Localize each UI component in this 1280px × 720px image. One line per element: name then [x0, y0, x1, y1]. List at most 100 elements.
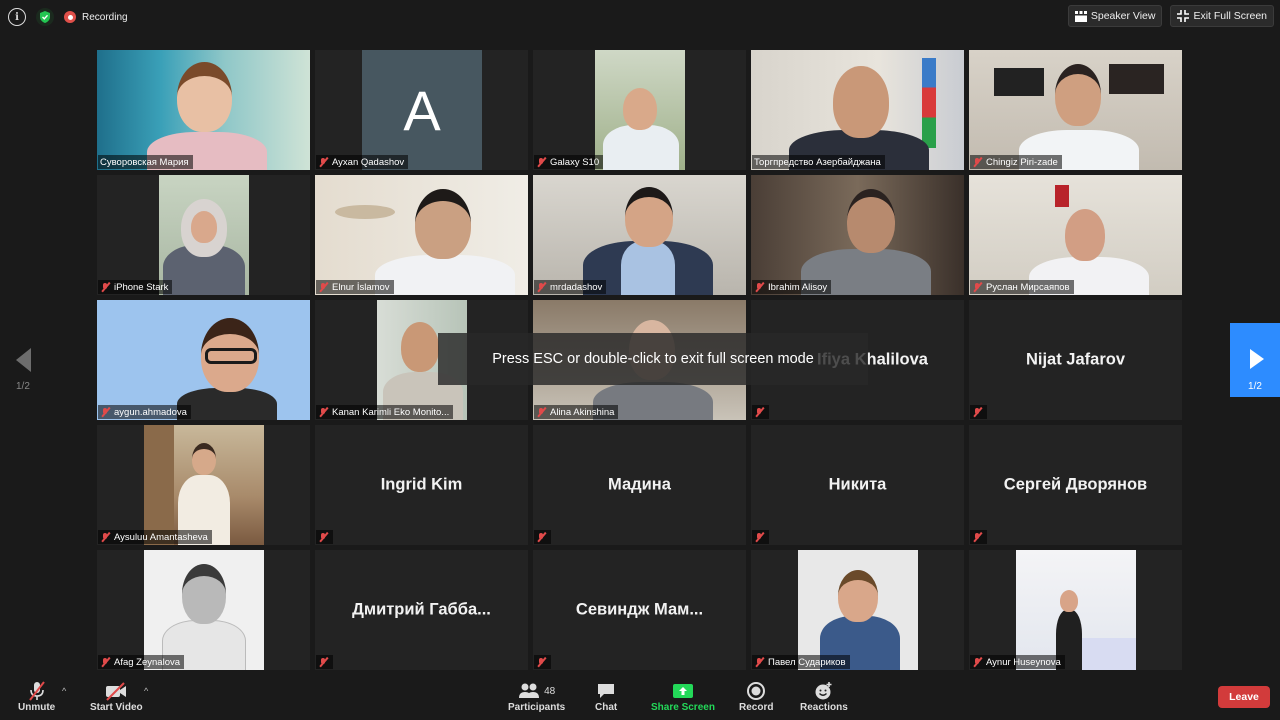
- participant-tile[interactable]: Elnur İslamov: [315, 175, 528, 295]
- recording-indicator[interactable]: Recording: [64, 11, 128, 23]
- participant-name-label: Aynur Huseynova: [970, 655, 1065, 669]
- participant-name-label: Chingiz Piri-zade: [970, 155, 1062, 169]
- participant-name-label: Ayxan Qadashov: [316, 155, 409, 169]
- participant-name-label: iPhone Stark: [98, 280, 173, 294]
- video-feed: [144, 550, 264, 670]
- participant-name-label: [534, 530, 551, 544]
- meeting-info-icon[interactable]: i: [8, 8, 26, 26]
- reactions-label: Reactions: [800, 702, 848, 713]
- muted-mic-icon: [318, 157, 329, 168]
- participant-tile[interactable]: iPhone Stark: [97, 175, 310, 295]
- participant-tile[interactable]: Мадина: [533, 425, 746, 545]
- participant-tile[interactable]: Никита: [751, 425, 964, 545]
- participant-name-label: Elnur İslamov: [316, 280, 394, 294]
- participant-tile[interactable]: Севиндж Мам...: [533, 550, 746, 670]
- unmute-button[interactable]: Unmute: [18, 680, 55, 713]
- participant-name-label: Суворовская Мария: [98, 155, 193, 169]
- participant-name-label: [970, 530, 987, 544]
- participant-tile[interactable]: Сергей Дворянов: [969, 425, 1182, 545]
- participant-name-label: [752, 530, 769, 544]
- muted-mic-icon: [972, 157, 983, 168]
- leave-button[interactable]: Leave: [1218, 686, 1270, 708]
- participant-name-label: Павел Судариков: [752, 655, 850, 669]
- participant-name-label: mrdadashov: [534, 280, 607, 294]
- video-options-caret-icon[interactable]: ^: [144, 686, 148, 696]
- muted-mic-icon: [754, 657, 765, 668]
- participant-name-label: Aysuluu Amantasheva: [98, 530, 212, 544]
- share-screen-button[interactable]: Share Screen: [651, 680, 715, 713]
- participants-button[interactable]: 48 Participants: [508, 680, 565, 713]
- video-feed: [97, 300, 310, 420]
- participant-tile[interactable]: Galaxy S10: [533, 50, 746, 170]
- participant-name-label: [534, 655, 551, 669]
- full-screen-toast: Press ESC or double-click to exit full s…: [438, 333, 868, 385]
- start-video-label: Start Video: [90, 702, 143, 713]
- participant-tile[interactable]: Nijat Jafarov: [969, 300, 1182, 420]
- participant-display-name: Севиндж Мам...: [575, 600, 704, 619]
- avatar: A: [362, 50, 482, 170]
- video-feed: [595, 50, 685, 170]
- video-feed: [144, 425, 264, 545]
- muted-mic-icon: [972, 657, 983, 668]
- video-feed: [751, 175, 964, 295]
- video-feed: [97, 50, 310, 170]
- muted-mic-icon: [318, 657, 329, 668]
- participant-display-name: Ingrid Kim: [380, 475, 463, 494]
- participant-display-name: Никита: [828, 475, 887, 494]
- previous-page-arrow-icon[interactable]: [14, 345, 36, 375]
- audio-options-caret-icon[interactable]: ^: [62, 686, 66, 696]
- muted-mic-icon: [100, 532, 111, 543]
- video-feed: [798, 550, 918, 670]
- security-shield-icon[interactable]: [36, 8, 54, 26]
- page-indicator-left: 1/2: [16, 381, 30, 392]
- muted-mic-icon: [100, 282, 111, 293]
- exit-full-screen-button[interactable]: Exit Full Screen: [1170, 5, 1274, 27]
- start-video-button[interactable]: Start Video: [90, 680, 143, 713]
- share-screen-icon: [672, 680, 694, 702]
- participant-tile[interactable]: Ibrahim Alisoy: [751, 175, 964, 295]
- participant-tile[interactable]: Руслан Мирсаяпов: [969, 175, 1182, 295]
- muted-mic-icon: [972, 532, 983, 543]
- page-indicator-right: 1/2: [1248, 381, 1262, 392]
- muted-mic-icon: [536, 282, 547, 293]
- muted-mic-icon: [754, 407, 765, 418]
- video-feed: [315, 175, 528, 295]
- participant-name-label: [752, 405, 769, 419]
- participant-tile[interactable]: Aynur Huseynova: [969, 550, 1182, 670]
- record-button[interactable]: Record: [739, 680, 773, 713]
- participant-display-name: Дмитрий Габба...: [352, 600, 491, 619]
- exit-full-screen-icon: [1177, 10, 1190, 22]
- muted-mic-icon: [972, 407, 983, 418]
- participants-count: 48: [544, 685, 556, 697]
- chat-label: Chat: [595, 702, 618, 713]
- muted-mic-icon: [100, 407, 111, 418]
- video-feed: [159, 175, 249, 295]
- next-page-button[interactable]: 1/2: [1230, 323, 1280, 397]
- speaker-view-button[interactable]: Speaker View: [1067, 5, 1163, 27]
- participant-tile[interactable]: Павел Судариков: [751, 550, 964, 670]
- participant-tile[interactable]: Chingiz Piri-zade: [969, 50, 1182, 170]
- participant-tile[interactable]: A Ayxan Qadashov: [315, 50, 528, 170]
- participant-name-label: Afag Zeynalova: [98, 655, 185, 669]
- participant-tile[interactable]: aygun.ahmadova: [97, 300, 310, 420]
- participant-name-label: Alina Akinshina: [534, 405, 619, 419]
- participant-tile[interactable]: Ingrid Kim: [315, 425, 528, 545]
- speaker-view-icon: [1074, 10, 1087, 22]
- unmute-label: Unmute: [18, 702, 56, 713]
- participant-tile[interactable]: Aysuluu Amantasheva: [97, 425, 310, 545]
- participant-display-name: Сергей Дворянов: [1003, 475, 1148, 494]
- participant-tile[interactable]: mrdadashov: [533, 175, 746, 295]
- chat-button[interactable]: Chat: [595, 680, 617, 713]
- reactions-button[interactable]: Reactions: [800, 680, 848, 713]
- participant-tile[interactable]: Afag Zeynalova: [97, 550, 310, 670]
- participant-tile-active-speaker[interactable]: Торгпредство Азербайджана: [751, 50, 964, 170]
- participant-name-label: Торгпредство Азербайджана: [752, 155, 885, 169]
- video-feed: [533, 175, 746, 295]
- video-feed: [751, 50, 964, 170]
- participant-name-label: [316, 655, 333, 669]
- participants-icon: [519, 683, 540, 698]
- participant-tile[interactable]: Дмитрий Габба...: [315, 550, 528, 670]
- participant-tile[interactable]: Суворовская Мария: [97, 50, 310, 170]
- participant-display-name: Nijat Jafarov: [1025, 350, 1126, 369]
- muted-mic-icon: [318, 532, 329, 543]
